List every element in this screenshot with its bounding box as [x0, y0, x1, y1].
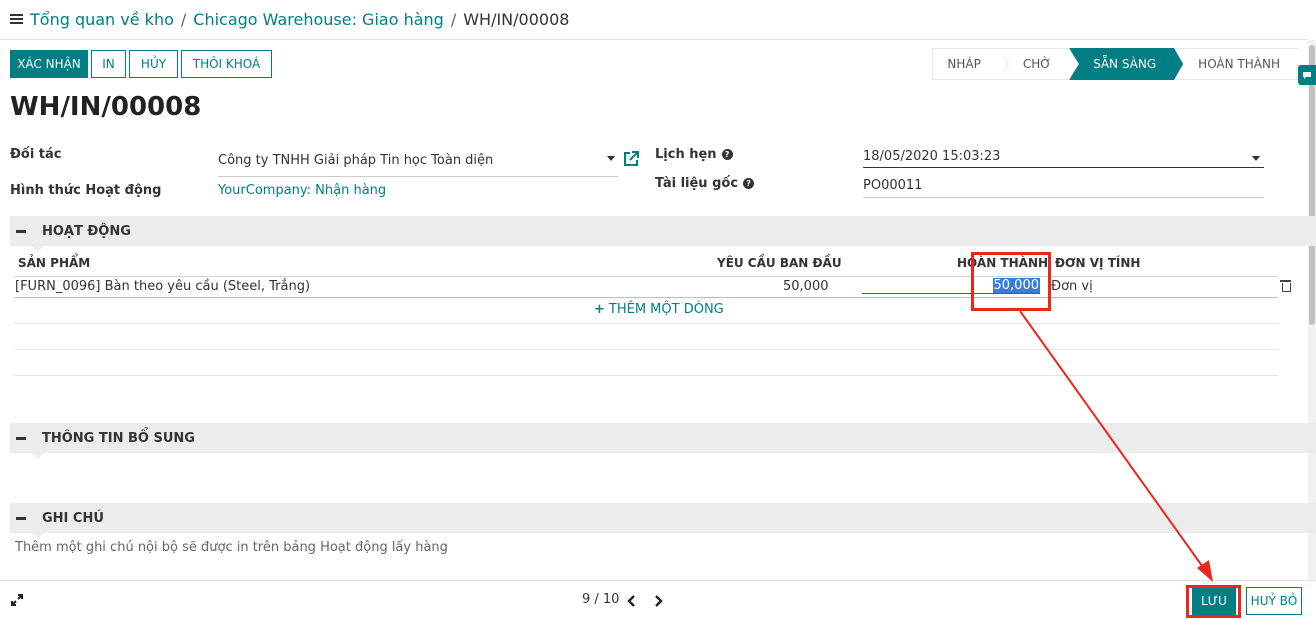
column-header-product[interactable]: SẢN PHẨM [18, 256, 90, 270]
partner-field[interactable]: Công ty TNHH Giải pháp Tin học Toàn diện [218, 153, 493, 168]
scheduled-date-field[interactable]: 18/05/2020 15:03:23 [863, 149, 1000, 164]
notes-section-header[interactable]: GHI CHÚ [10, 503, 1316, 539]
menu-icon[interactable] [10, 12, 23, 26]
row-product-link[interactable]: [FURN_0096] Bàn theo yêu cầu (Steel, Trắ… [15, 279, 310, 294]
help-icon[interactable]: ? [721, 149, 733, 160]
breadcrumb-current: WH/IN/00008 [463, 9, 570, 29]
row-uom-value[interactable]: Đơn vị [1051, 279, 1093, 294]
table-row-divider [14, 297, 1278, 298]
row-demand-value: 50,000 [783, 279, 829, 294]
confirm-button[interactable]: XÁC NHẬN [10, 50, 88, 78]
pager-value[interactable]: 9 / 10 [582, 592, 619, 607]
table-header-divider [14, 276, 1278, 277]
additional-info-section-header[interactable]: THÔNG TIN BỔ SUNG [10, 423, 1316, 459]
operation-type-label: Hình thức Hoạt động [10, 183, 162, 198]
print-button[interactable]: IN [91, 50, 126, 78]
breadcrumb: Tổng quan về kho / Chicago Warehouse: Gi… [10, 8, 569, 30]
breadcrumb-warehouse-delivery[interactable]: Chicago Warehouse: Giao hàng [193, 10, 444, 29]
notes-input[interactable]: Thêm một ghi chú nội bộ sẽ được in trên … [15, 540, 448, 555]
collapse-icon[interactable] [16, 229, 26, 233]
breadcrumb-separator: / [180, 9, 187, 29]
stage-done[interactable]: HOÀN THÀNH [1174, 48, 1298, 80]
add-line-label: THÊM MỘT DÒNG [608, 302, 724, 317]
plus-icon: + [594, 302, 605, 317]
empty-row-line [14, 349, 1278, 350]
header-divider [0, 39, 1308, 40]
cancel-button[interactable]: HỦY [129, 50, 178, 78]
chat-icon[interactable] [1298, 65, 1316, 85]
partner-label: Đối tác [10, 147, 62, 162]
breadcrumb-inventory-overview[interactable]: Tổng quan về kho [30, 10, 174, 29]
trash-icon[interactable] [1280, 280, 1291, 292]
breadcrumb-separator: / [450, 9, 457, 29]
source-document-underline [863, 197, 1264, 198]
source-document-field[interactable]: PO00011 [863, 178, 922, 193]
add-line-button[interactable]: + THÊM MỘT DÒNG [594, 302, 724, 317]
source-document-label: Tài liệu gốc? [655, 176, 755, 191]
operations-section-header[interactable]: HOẠT ĐỘNG [10, 216, 1316, 252]
column-header-demand[interactable]: YÊU CẦU BAN ĐẦU [717, 256, 842, 270]
date-dropdown-icon[interactable] [1252, 156, 1260, 161]
notes-section-title: GHI CHÚ [42, 510, 104, 526]
collapse-icon[interactable] [16, 436, 26, 440]
record-title: WH/IN/00008 [10, 92, 202, 122]
partner-dropdown-icon[interactable] [607, 156, 615, 161]
scheduled-date-underline [863, 167, 1264, 168]
operation-type-link[interactable]: YourCompany: Nhận hàng [218, 183, 386, 198]
scrollbar-thumb[interactable] [1309, 45, 1315, 325]
empty-row-line [14, 375, 1278, 376]
expand-icon[interactable] [10, 593, 24, 607]
footer-divider [0, 580, 1316, 581]
source-document-label-text: Tài liệu gốc [655, 176, 739, 191]
partner-field-underline [218, 176, 618, 177]
column-header-uom[interactable]: ĐƠN VỊ TÍNH [1055, 256, 1140, 270]
stage-ready[interactable]: SẴN SÀNG [1069, 48, 1185, 80]
additional-info-section-title: THÔNG TIN BỔ SUNG [42, 430, 195, 446]
external-link-icon[interactable] [622, 150, 640, 168]
collapse-icon[interactable] [16, 516, 26, 520]
status-bar: NHÁP CHỜ SẴN SÀNG HOÀN THÀNH [932, 48, 1298, 80]
operations-section-title: HOẠT ĐỘNG [42, 223, 131, 239]
unreserve-button[interactable]: THÔI KHOÁ [181, 50, 272, 78]
discard-button[interactable]: HUỶ BỎ [1246, 587, 1302, 615]
stage-waiting[interactable]: CHỜ [998, 48, 1080, 80]
annotation-highlight-quantity [971, 252, 1051, 311]
help-icon[interactable]: ? [743, 178, 755, 189]
stage-draft[interactable]: NHÁP [932, 48, 1010, 80]
scheduled-date-label-text: Lịch hẹn [655, 147, 717, 162]
scheduled-date-label: Lịch hẹn? [655, 147, 733, 162]
chevron-left-icon[interactable] [626, 594, 638, 608]
chevron-right-icon[interactable] [652, 594, 664, 608]
empty-row-line [14, 323, 1278, 324]
annotation-highlight-save [1186, 585, 1241, 618]
